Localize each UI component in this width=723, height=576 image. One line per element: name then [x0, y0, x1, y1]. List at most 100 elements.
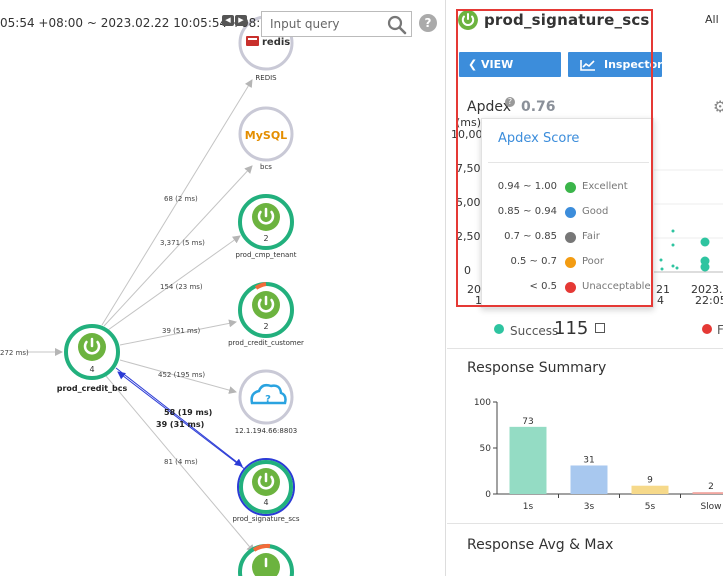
apdex-row: 0.94 ~ 1.00 Excellent — [482, 181, 655, 197]
panel-header: prod_signature_scs All — [447, 0, 723, 40]
apdex-range: 0.5 ~ 0.7 — [510, 256, 557, 267]
node-label: prod_credit_customer — [228, 339, 304, 347]
tab-all[interactable]: All — [705, 13, 719, 26]
edge-label: 58 (19 ms) — [164, 408, 212, 417]
edge-label: 3,371 (5 ms) — [160, 239, 205, 247]
edge-to-signature-a — [115, 367, 243, 467]
node-label: prod_credit_bcs — [57, 384, 128, 393]
question-icon: ? — [265, 394, 271, 405]
fair-face-icon — [565, 232, 576, 243]
search-input[interactable] — [262, 12, 382, 36]
mysql-logo-icon: MySQL — [245, 129, 287, 142]
view-servers-button[interactable]: ❮ VIEW SERVERS — [459, 52, 561, 96]
node-bottom-partial[interactable] — [238, 543, 294, 576]
bar-value-label: 73 — [522, 417, 533, 427]
section-divider — [447, 348, 723, 349]
node-count: 2 — [263, 322, 268, 331]
scatter-point — [660, 267, 664, 271]
apdex-help-icon[interactable]: ? — [505, 97, 515, 107]
help-icon[interactable]: ? — [419, 14, 437, 32]
success-legend-dot — [494, 324, 504, 334]
scatter-point — [671, 229, 675, 233]
failed-legend-dot — [702, 324, 712, 334]
server-map-canvas: 68 (2 ms) 3,371 (5 ms) 154 (23 ms) 39 (5… — [0, 15, 304, 576]
prev-time-button[interactable]: ◀ — [222, 15, 234, 26]
x-tick-label: 3s — [584, 502, 595, 512]
apdex-value: 0.76 — [521, 99, 556, 115]
bar — [509, 426, 547, 494]
spring-boot-icon — [458, 10, 478, 30]
edge-label: 68 (2 ms) — [164, 195, 198, 203]
scatter-point — [700, 262, 710, 272]
node-label: 12.1.194.66:8803 — [235, 427, 297, 435]
apdex-level: Fair — [582, 231, 600, 242]
apdex-range: 0.94 ~ 1.00 — [497, 181, 557, 192]
svg-text:redis: redis — [262, 37, 290, 48]
success-checkbox[interactable] — [595, 323, 605, 333]
response-avg-max-title: Response Avg & Max — [467, 537, 614, 553]
scatter-point — [675, 266, 679, 270]
failed-label: F — [717, 323, 723, 337]
success-label: Success — [510, 324, 559, 338]
scatter-point — [659, 258, 663, 262]
popup-divider — [488, 162, 649, 163]
node-ip-12-1-194-66[interactable]: ? 12.1.194.66:8803 — [235, 369, 297, 435]
node-label: prod_cmp_tenant — [236, 251, 297, 259]
search-icon[interactable] — [387, 15, 407, 35]
line-chart-icon — [580, 60, 595, 71]
node-prod-signature-scs[interactable]: 4 prod_signature_scs — [232, 458, 300, 523]
unacceptable-face-icon — [565, 282, 576, 293]
node-label: prod_signature_scs — [232, 515, 299, 523]
apdex-range: 0.7 ~ 0.85 — [504, 231, 557, 242]
next-time-button[interactable]: ▶ — [235, 15, 247, 26]
apdex-row: 0.5 ~ 0.7 Poor — [482, 256, 655, 272]
apdex-range: 0.85 ~ 0.94 — [497, 206, 557, 217]
chevron-left-icon: ❮ — [468, 58, 478, 71]
edge-label: 272 ms) — [0, 349, 29, 357]
x-tick-label: 1s — [523, 502, 534, 512]
node-mysql[interactable]: MySQL bcs — [238, 106, 294, 171]
apdex-score-popup: Apdex Score 0.94 ~ 1.00 Excellent 0.85 ~… — [481, 118, 654, 308]
bar — [570, 465, 608, 494]
x-tick-label: Slow — [700, 502, 721, 512]
edge-label: 39 (31 ms) — [156, 420, 204, 429]
scatter-point — [671, 264, 675, 268]
node-count: 4 — [263, 498, 268, 507]
node-label: REDIS — [255, 74, 277, 82]
apdex-level: Unacceptable — [582, 281, 651, 292]
excellent-face-icon — [565, 182, 576, 193]
scatter-point — [671, 243, 675, 247]
node-prod-credit-bcs[interactable]: 4 prod_credit_bcs — [57, 324, 128, 393]
y-tick-label: 0 — [485, 490, 491, 500]
server-map[interactable]: 68 (2 ms) 3,371 (5 ms) 154 (23 ms) 39 (5… — [0, 0, 446, 576]
inspector-button[interactable]: Inspector — [568, 52, 663, 77]
apdex-row: 0.7 ~ 0.85 Fair — [482, 231, 655, 247]
scatter-points — [659, 229, 710, 272]
response-summary-title: Response Summary — [467, 360, 607, 376]
success-count: 115 — [554, 318, 589, 339]
scatter-point — [700, 237, 710, 247]
poor-face-icon — [565, 257, 576, 268]
edge-label: 452 (195 ms) — [158, 371, 205, 379]
good-face-icon — [565, 207, 576, 218]
x-tick-label: 5s — [645, 502, 656, 512]
search-box — [261, 11, 412, 37]
panel-title: prod_signature_scs — [484, 11, 650, 29]
y-tick-label: 50 — [480, 444, 492, 454]
node-prod-credit-customer[interactable]: 2 prod_credit_customer — [228, 282, 304, 347]
popup-title: Apdex Score — [498, 131, 580, 146]
edge-label: 154 (23 ms) — [160, 283, 203, 291]
apdex-level: Excellent — [582, 181, 628, 192]
apdex-level: Good — [582, 206, 609, 217]
edge-label: 39 (51 ms) — [162, 327, 200, 335]
response-summary-chart: 100 50 0 73 1s 31 3s 9 5s 2 Slow — [474, 398, 723, 512]
scatter-x-tick: 22:05 — [695, 294, 723, 307]
gear-icon[interactable]: ⚙ — [713, 97, 723, 116]
apdex-range: < 0.5 — [529, 281, 557, 292]
edge-label: 81 (4 ms) — [164, 458, 198, 466]
bar — [692, 492, 723, 494]
node-prod-cmp-tenant[interactable]: 2 prod_cmp_tenant — [236, 194, 297, 259]
section-divider — [447, 523, 723, 524]
apdex-level: Poor — [582, 256, 605, 267]
node-count: 4 — [89, 365, 94, 374]
